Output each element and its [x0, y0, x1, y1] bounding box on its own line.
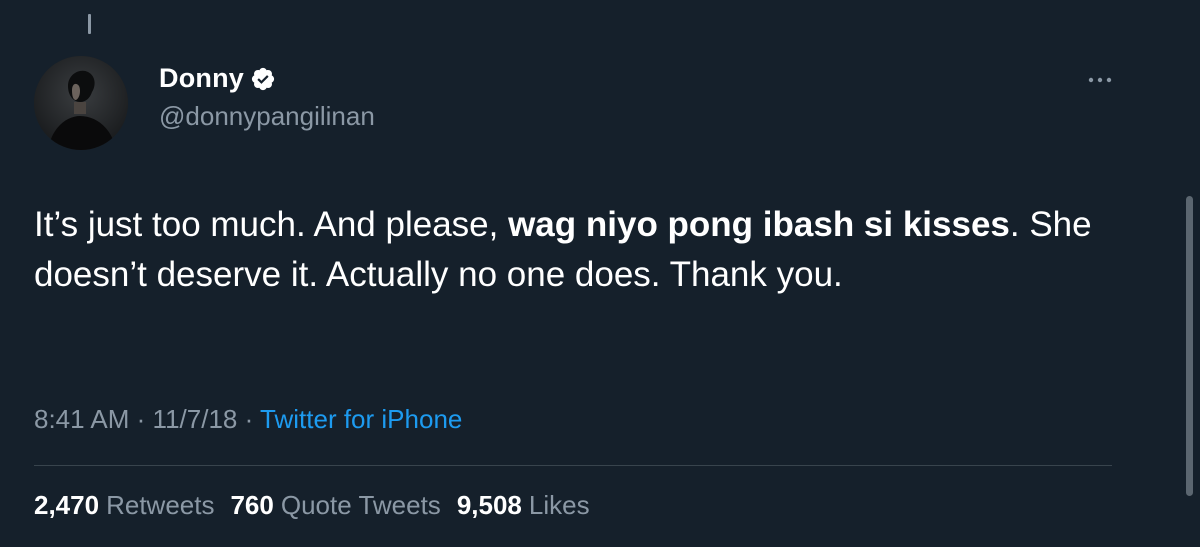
retweets-label: Retweets	[106, 490, 215, 520]
tweet-stats: 2,470 Retweets 760 Quote Tweets 9,508 Li…	[34, 490, 590, 521]
profile-photo	[34, 56, 128, 150]
avatar[interactable]	[34, 56, 128, 150]
quote-tweets-stat[interactable]: 760 Quote Tweets	[230, 490, 440, 521]
divider	[34, 465, 1112, 466]
retweets-stat[interactable]: 2,470 Retweets	[34, 490, 214, 521]
tweet-time[interactable]: 8:41 AM	[34, 404, 129, 434]
tweet-text: It’s just too much. And please, wag niyo…	[34, 200, 1144, 300]
likes-count: 9,508	[456, 490, 522, 520]
meta-separator: ·	[244, 404, 254, 434]
quote-tweets-count: 760	[230, 490, 274, 520]
author-display-name[interactable]: Donny	[159, 63, 244, 94]
likes-stat[interactable]: 9,508 Likes	[457, 490, 590, 521]
meta-separator: ·	[136, 404, 146, 434]
more-options-button[interactable]	[1084, 68, 1116, 92]
scrollbar[interactable]	[1186, 196, 1193, 496]
author-name-row: Donny	[159, 63, 276, 94]
retweets-count: 2,470	[34, 490, 100, 520]
likes-label: Likes	[528, 490, 590, 520]
tweet-meta: 8:41 AM · 11/7/18 · Twitter for iPhone	[34, 404, 462, 435]
tweet-text-bold-part: wag niyo pong ibash si kisses	[508, 205, 1010, 244]
quote-tweets-label: Quote Tweets	[280, 490, 441, 520]
tweet-source-link[interactable]: Twitter for iPhone	[260, 404, 462, 434]
tweet-date[interactable]: 11/7/18	[153, 404, 238, 434]
author-handle[interactable]: @donnypangilinan	[159, 101, 375, 132]
thread-connector-line	[88, 14, 91, 34]
verified-badge-icon	[250, 66, 276, 92]
tweet-text-part: It’s just too much. And please,	[34, 205, 509, 244]
ellipsis-icon	[1088, 77, 1112, 83]
